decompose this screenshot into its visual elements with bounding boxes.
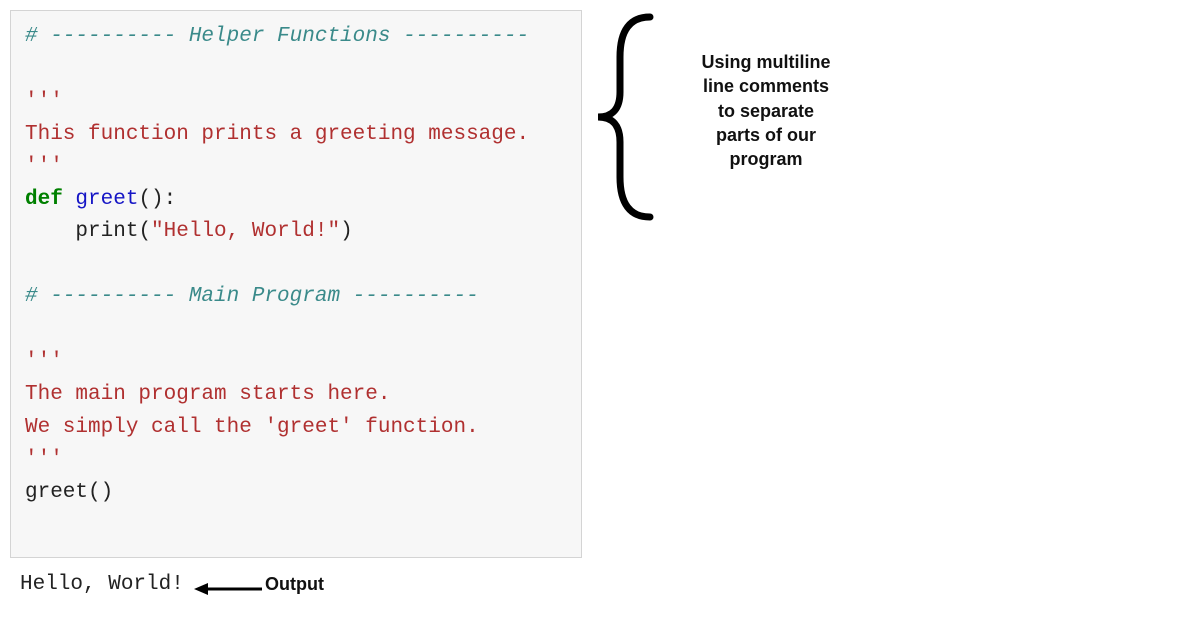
- docstring-text: This function prints a greeting message.: [25, 123, 529, 146]
- docstring-open: ''': [25, 350, 63, 373]
- docstring-open: ''': [25, 90, 63, 113]
- annotation-line: Using multiline: [686, 50, 846, 74]
- section-comment-helper: # ---------- Helper Functions ----------: [25, 21, 567, 54]
- docstring-text: We simply call the 'greet' function.: [25, 416, 479, 439]
- annotation-line: to separate: [686, 99, 846, 123]
- annotation-line: parts of our: [686, 123, 846, 147]
- code-block: # ---------- Helper Functions ----------…: [10, 10, 582, 558]
- arrow-left-icon: [194, 579, 264, 599]
- blank-line: [25, 249, 567, 282]
- blank-line: [25, 314, 567, 347]
- annotation-line: program: [686, 147, 846, 171]
- curly-brace-icon: [590, 12, 680, 222]
- call-line: greet(): [25, 481, 113, 504]
- program-output: Hello, World!: [20, 573, 184, 596]
- section-comment-main: # ---------- Main Program ----------: [25, 281, 567, 314]
- annotation-line: line comments: [686, 74, 846, 98]
- def-line: def greet():: [25, 184, 567, 217]
- docstring-close: ''': [25, 155, 63, 178]
- output-label: Output: [265, 574, 324, 595]
- print-line: print("Hello, World!"): [25, 216, 567, 249]
- docstring-text: The main program starts here.: [25, 383, 390, 406]
- annotation-text: Using multiline line comments to separat…: [686, 50, 846, 171]
- docstring-close: ''': [25, 448, 63, 471]
- blank-line: [25, 54, 567, 87]
